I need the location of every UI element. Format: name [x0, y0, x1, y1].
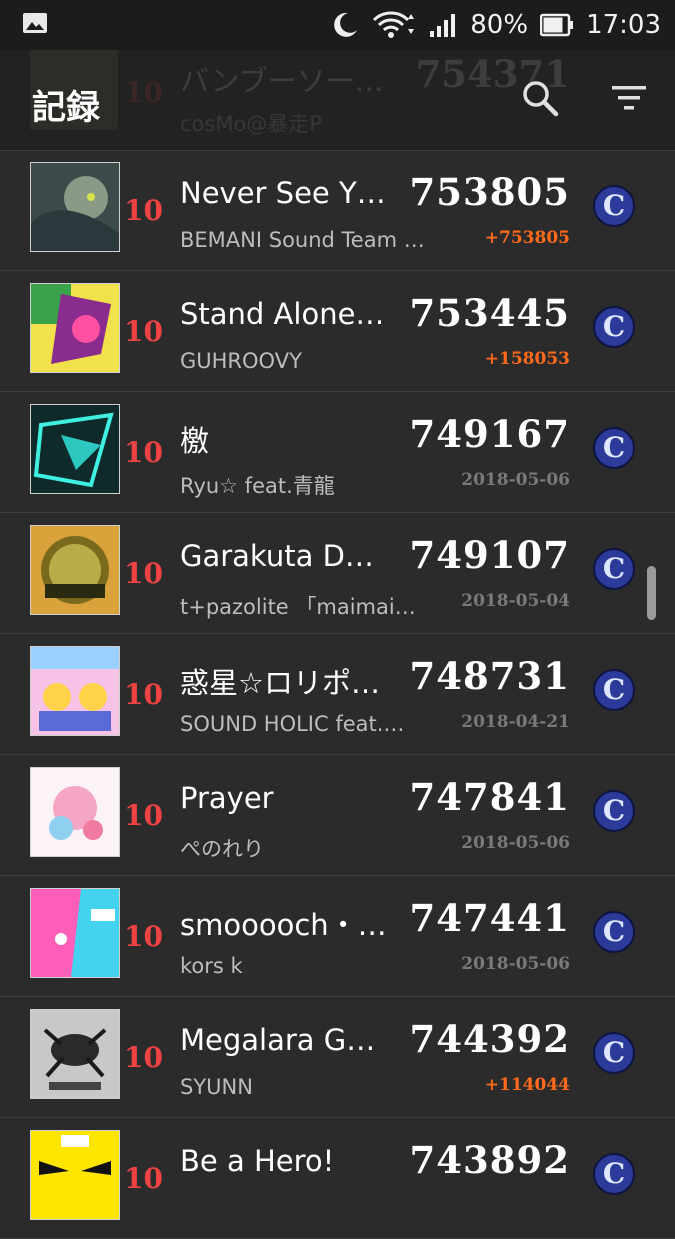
rank-letter: C: [603, 673, 625, 706]
battery-percent: 80%: [470, 10, 529, 40]
rank-c-badge-icon: C: [593, 548, 635, 590]
rank-c-badge-icon: C: [593, 1032, 635, 1074]
score: 748731: [409, 654, 570, 698]
scrollbar-thumb[interactable]: [647, 566, 656, 620]
song-jacket: [30, 767, 120, 857]
song-artist: ぺのれり: [180, 837, 264, 861]
song-jacket: [30, 162, 120, 252]
song-artist: SYUNN: [180, 1075, 253, 1099]
level-number: 10: [124, 315, 163, 348]
record-row[interactable]: 10 Stand Alone… GUHROOVY 753445 +158053 …: [0, 271, 675, 392]
score: 744392: [409, 1017, 570, 1061]
song-title: Prayer: [180, 781, 274, 815]
song-artist: GUHROOVY: [180, 349, 302, 373]
play-date: 2018-04-21: [461, 712, 570, 732]
moon-icon: [334, 12, 358, 37]
song-title: 惑星☆ロリポ…: [180, 666, 380, 700]
rank-c-badge-icon: C: [593, 790, 635, 832]
page-title: 記録: [32, 88, 100, 128]
rank-c-badge-icon: C: [593, 185, 635, 227]
song-jacket: [30, 646, 120, 736]
song-jacket: [30, 888, 120, 978]
record-row[interactable]: 10 Garakuta D… t+pazolite 「maimai… 74910…: [0, 513, 675, 634]
song-title: 檄: [180, 424, 210, 458]
score-diff: +114044: [484, 1075, 570, 1095]
filter-icon[interactable]: [610, 82, 648, 114]
score: 749107: [409, 533, 570, 577]
song-jacket: [30, 1009, 120, 1099]
play-date: 2018-05-04: [461, 591, 570, 611]
score-diff: +753805: [484, 228, 570, 248]
rank-c-badge-icon: C: [593, 306, 635, 348]
level-number: 10: [124, 436, 163, 469]
score: 753445: [409, 291, 570, 335]
song-jacket: [30, 1130, 120, 1220]
song-title: Stand Alone…: [180, 297, 385, 331]
song-artist: t+pazolite 「maimai…: [180, 595, 416, 619]
rank-letter: C: [603, 189, 625, 222]
battery-icon: [540, 13, 574, 37]
song-artist: Ryu☆ feat.青龍: [180, 474, 335, 498]
record-row[interactable]: 10 惑星☆ロリポ… SOUND HOLIC feat.… 748731 201…: [0, 634, 675, 755]
play-date: 2018-05-06: [461, 470, 570, 490]
rank-c-badge-icon: C: [593, 911, 635, 953]
song-title: Megalara G…: [180, 1023, 376, 1057]
level-number: 10: [124, 799, 163, 832]
song-title: Never See Y…: [180, 176, 386, 210]
rank-letter: C: [603, 1036, 625, 1069]
play-date: 2018-05-06: [461, 954, 570, 974]
song-title: smooooch・…: [180, 908, 387, 942]
song-jacket: [30, 525, 120, 615]
song-title: Garakuta D…: [180, 539, 374, 573]
song-artist: kors k: [180, 954, 243, 978]
song-title: Be a Hero!: [180, 1144, 335, 1178]
record-row[interactable]: 10 Be a Hero! 743892 C: [0, 1118, 675, 1239]
status-bar: 80% 17:03: [0, 0, 675, 50]
score-diff: +158053: [484, 349, 570, 369]
level-number: 10: [124, 194, 163, 227]
score: 747441: [409, 896, 570, 940]
signal-icon: [430, 14, 456, 37]
record-row[interactable]: 10 Megalara G… SYUNN 744392 +114044 C: [0, 997, 675, 1118]
gallery-notification-icon: [23, 13, 47, 33]
record-row[interactable]: 10 Never See Y… BEMANI Sound Team "… 753…: [0, 150, 675, 271]
behind-row-artist: cosMo@暴走P: [180, 112, 322, 136]
record-row[interactable]: 10 Prayer ぺのれり 747841 2018-05-06 C: [0, 755, 675, 876]
rank-c-badge-icon: C: [593, 427, 635, 469]
rank-c-badge-icon: C: [593, 669, 635, 711]
search-icon[interactable]: [520, 78, 560, 118]
record-row[interactable]: 10 檄 Ryu☆ feat.青龍 749167 2018-05-06 C: [0, 392, 675, 513]
level-number: 10: [124, 1041, 163, 1074]
behind-row-title: バンブーソー…: [180, 64, 384, 98]
behind-row-level: 10: [124, 76, 163, 109]
clock: 17:03: [586, 10, 661, 40]
rank-c-badge-icon: C: [593, 1153, 635, 1195]
rank-letter: C: [603, 431, 625, 464]
score: 753805: [409, 170, 570, 214]
rank-letter: C: [603, 552, 625, 585]
app-toolbar: 10 バンブーソー… cosMo@暴走P 754371 記録: [0, 42, 675, 151]
song-artist: BEMANI Sound Team "…: [180, 228, 430, 252]
play-date: 2018-05-06: [461, 833, 570, 853]
rank-letter: C: [603, 310, 625, 343]
wifi-icon: [373, 11, 415, 38]
level-number: 10: [124, 557, 163, 590]
rank-letter: C: [603, 1157, 625, 1190]
score: 749167: [409, 412, 570, 456]
level-number: 10: [124, 1162, 163, 1195]
record-list[interactable]: 10 Never See Y… BEMANI Sound Team "… 753…: [0, 150, 675, 1239]
song-jacket: [30, 404, 120, 494]
rank-letter: C: [603, 794, 625, 827]
song-jacket: [30, 283, 120, 373]
rank-letter: C: [603, 915, 625, 948]
song-artist: SOUND HOLIC feat.…: [180, 712, 405, 736]
level-number: 10: [124, 678, 163, 711]
score: 747841: [409, 775, 570, 819]
level-number: 10: [124, 920, 163, 953]
record-row[interactable]: 10 smooooch・… kors k 747441 2018-05-06 C: [0, 876, 675, 997]
score: 743892: [409, 1138, 570, 1182]
